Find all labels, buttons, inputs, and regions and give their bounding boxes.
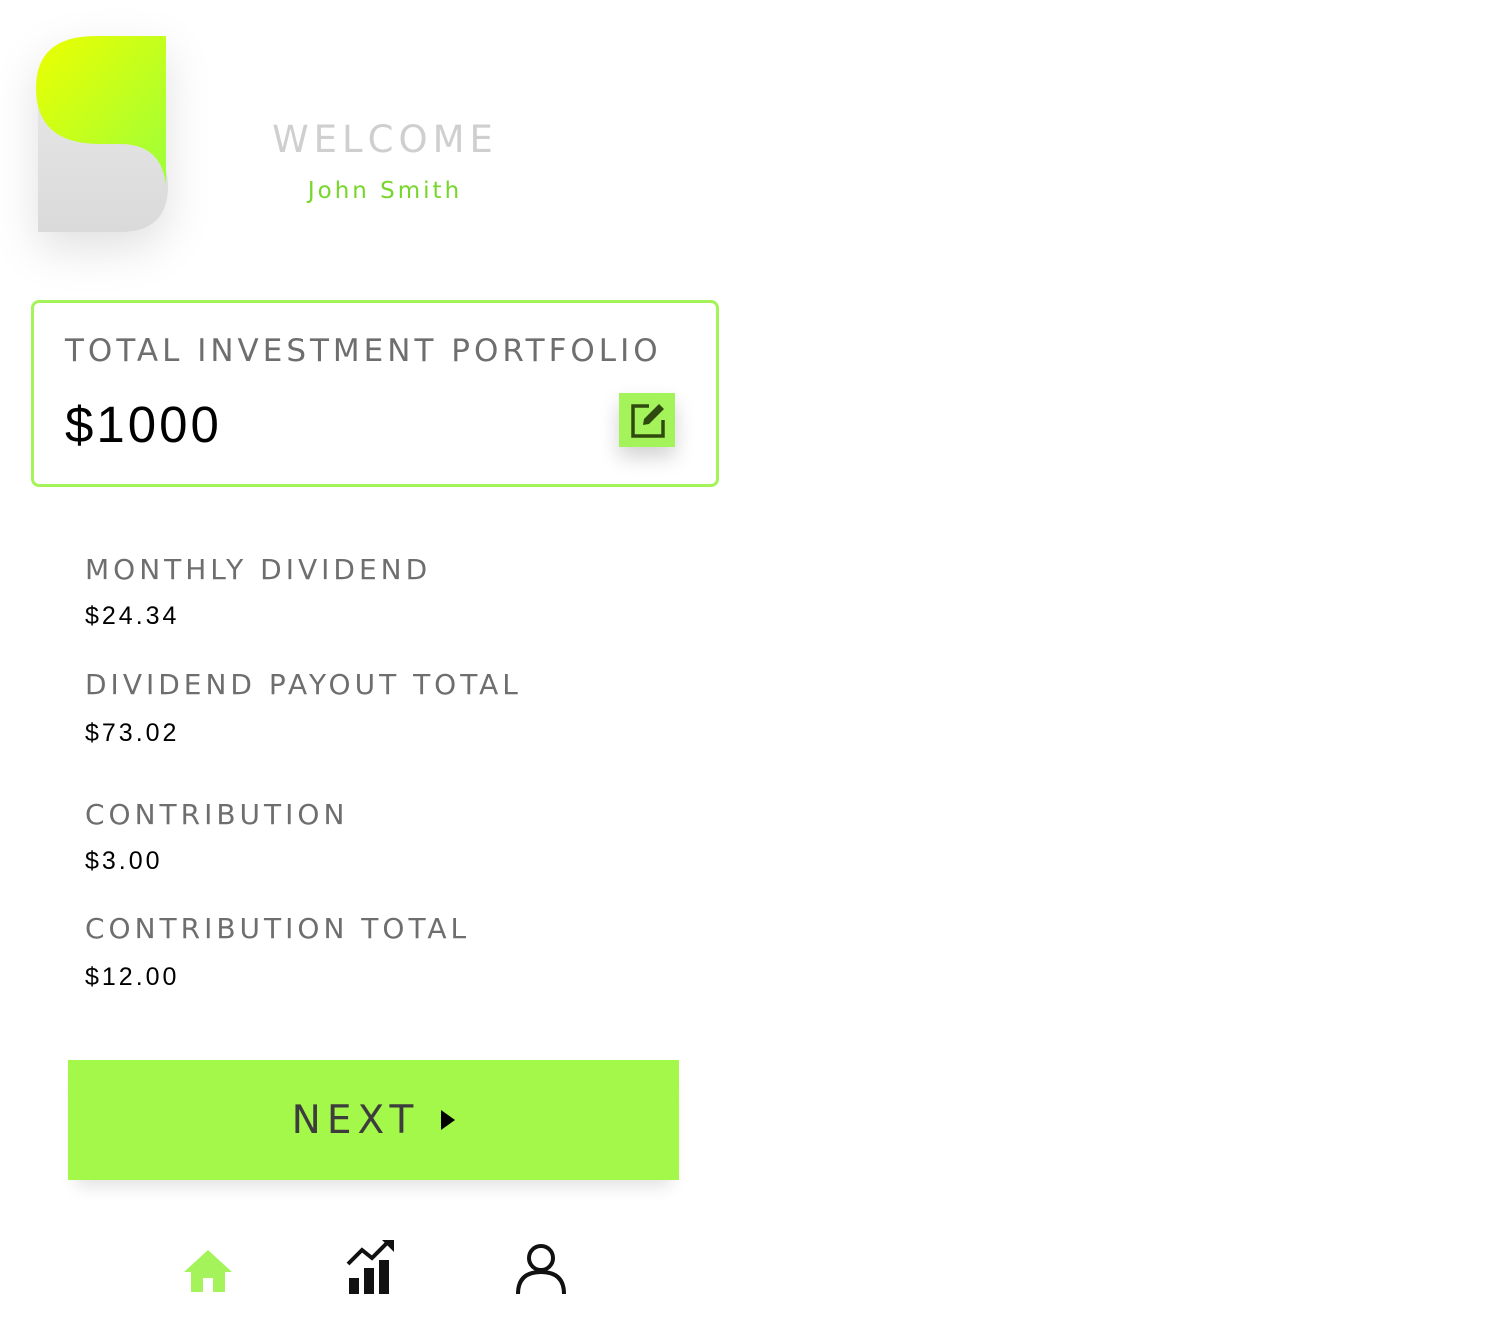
- user-icon: [516, 1244, 566, 1295]
- chart-icon: [346, 1240, 394, 1294]
- home-icon: [184, 1250, 232, 1292]
- contribution-total-label: CONTRIBUTION TOTAL: [85, 912, 471, 945]
- next-button-label: NEXT: [291, 1097, 420, 1143]
- app-logo: [36, 36, 168, 232]
- user-name: John Smith: [307, 178, 463, 204]
- edit-icon: [631, 404, 665, 438]
- contribution-total-value: $12.00: [85, 963, 180, 991]
- home-screen: WELCOME John Smith TOTAL INVESTMENT PORT…: [0, 0, 1500, 1334]
- nav-home[interactable]: [182, 1248, 234, 1299]
- logo-mark: [36, 36, 168, 232]
- nav-stats[interactable]: [344, 1238, 396, 1301]
- portfolio-label: TOTAL INVESTMENT PORTFOLIO: [65, 333, 662, 369]
- play-arrow-icon: [441, 1110, 456, 1130]
- edit-portfolio-button[interactable]: [619, 393, 675, 447]
- portfolio-value: $1000: [65, 396, 222, 453]
- monthly-dividend-value: $24.34: [85, 602, 180, 630]
- contribution-value: $3.00: [85, 847, 163, 875]
- dividend-payout-total-label: DIVIDEND PAYOUT TOTAL: [85, 668, 522, 701]
- nav-profile[interactable]: [514, 1242, 568, 1301]
- portfolio-card: TOTAL INVESTMENT PORTFOLIO $1000: [31, 300, 719, 487]
- contribution-label: CONTRIBUTION: [85, 798, 349, 831]
- dividend-payout-total-value: $73.02: [85, 719, 180, 747]
- monthly-dividend-label: MONTHLY DIVIDEND: [85, 553, 432, 586]
- welcome-title: WELCOME: [272, 118, 498, 161]
- next-button[interactable]: NEXT: [68, 1060, 679, 1180]
